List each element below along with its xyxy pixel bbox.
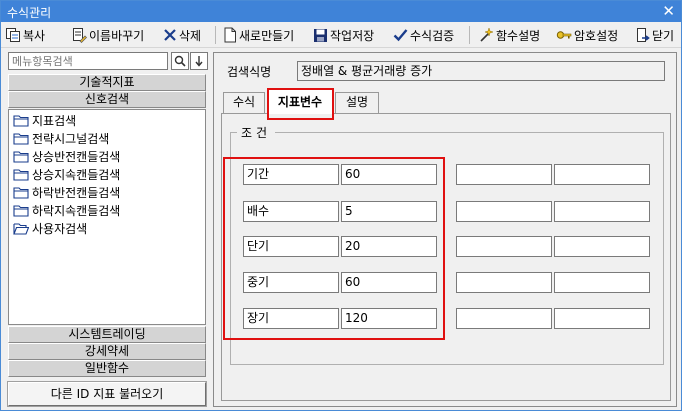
search-down-button[interactable] [190, 52, 208, 70]
search-icon [174, 55, 186, 67]
window-title: 수식관리 [7, 6, 52, 20]
variable-value-field-empty[interactable] [554, 236, 650, 257]
delete-icon [164, 29, 176, 41]
variable-value-field-empty[interactable] [554, 272, 650, 293]
tree-item-label: 지표검색 [32, 114, 77, 128]
folder-icon [13, 169, 29, 181]
tree-item-bearish-continuation-candle[interactable]: 하락지속캔들검색 [13, 202, 120, 219]
variable-name-field-empty[interactable] [456, 201, 552, 222]
menu-search-input[interactable] [9, 53, 167, 69]
function-help-button[interactable]: 함수설명 [478, 26, 540, 44]
variable-value-field-empty[interactable] [554, 164, 650, 185]
tree-item-indicator-search[interactable]: 지표검색 [13, 112, 76, 129]
title-bar: 수식관리 ✕ [1, 1, 681, 22]
tree-item-label: 하락지속캔들검색 [32, 204, 121, 218]
open-folder-icon [13, 223, 29, 235]
tree-item-bullish-continuation-candle[interactable]: 상승지속캔들검색 [13, 166, 120, 183]
tree-item-label: 상승반전캔들검색 [32, 150, 121, 164]
variable-name-field[interactable]: 단기 [243, 236, 339, 257]
rename-icon [73, 28, 87, 43]
tree-item-label: 사용자검색 [32, 222, 88, 236]
save-label: 작업저장 [330, 28, 375, 43]
password-button[interactable]: 암호설정 [556, 26, 618, 44]
variable-value-field[interactable]: 60 [341, 272, 437, 293]
verify-button[interactable]: 수식검증 [393, 26, 454, 44]
tab-description[interactable]: 설명 [335, 92, 379, 113]
tree-item-bearish-reversal-candle[interactable]: 하락반전캔들검색 [13, 184, 120, 201]
tab-indicator-variables[interactable]: 지표변수 [267, 89, 333, 114]
arrow-down-icon [195, 56, 203, 67]
variable-value-field[interactable]: 20 [341, 236, 437, 257]
new-button[interactable]: 새로만들기 [223, 26, 294, 44]
tree-item-label: 상승지속캔들검색 [32, 168, 121, 182]
folder-icon [13, 133, 29, 145]
tab-formula[interactable]: 수식 [223, 92, 265, 113]
tree-item-user-search[interactable]: 사용자검색 [13, 220, 87, 237]
new-document-icon [224, 27, 236, 43]
variable-name-field[interactable]: 배수 [243, 201, 339, 222]
category-technical-indicators[interactable]: 기술적지표 [8, 74, 206, 91]
category-general-function[interactable]: 일반함수 [8, 360, 206, 377]
function-help-label: 함수설명 [496, 28, 541, 43]
toolbar-separator [469, 26, 470, 44]
variable-name-field[interactable]: 장기 [243, 308, 339, 329]
variable-name-field-empty[interactable] [456, 236, 552, 257]
variable-name-field-empty[interactable] [456, 308, 552, 329]
delete-button[interactable]: 삭제 [163, 26, 201, 44]
checkmark-icon [393, 29, 408, 42]
copy-icon [6, 28, 20, 42]
variable-name-field[interactable]: 기간 [243, 164, 339, 185]
formula-name-field[interactable]: 정배열 & 평균거래량 증가 [297, 61, 665, 81]
copy-button[interactable]: 복사 [5, 26, 45, 44]
search-button[interactable] [171, 52, 189, 70]
rename-label: 이름바꾸기 [89, 28, 145, 43]
category-system-trading[interactable]: 시스템트레이딩 [8, 326, 206, 343]
folder-icon [13, 151, 29, 163]
delete-label: 삭제 [179, 28, 202, 43]
menu-search-box [8, 52, 168, 70]
close-icon[interactable]: ✕ [662, 2, 675, 20]
key-icon [556, 31, 572, 39]
variable-value-field-empty[interactable] [554, 308, 650, 329]
formula-manager-window: 수식관리 ✕ 복사 이름바꾸기 삭제 새로만들기 작업저장 수식검증 함수설명 … [0, 0, 682, 411]
tree-item-label: 전략시그널검색 [32, 132, 110, 146]
variable-name-field-empty[interactable] [456, 272, 552, 293]
folder-icon [13, 187, 29, 199]
verify-label: 수식검증 [410, 28, 455, 43]
category-strong-weak[interactable]: 강세약세 [8, 343, 206, 360]
copy-label: 복사 [23, 28, 46, 43]
load-other-id-button[interactable]: 다른 ID 지표 불러오기 [7, 381, 207, 407]
password-label: 암호설정 [574, 28, 619, 43]
exit-icon [637, 28, 650, 42]
variable-value-field[interactable]: 60 [341, 164, 437, 185]
search-tree: 지표검색 전략시그널검색 상승반전캔들검색 상승지속캔들검색 하락반전캔들검색 … [8, 109, 206, 325]
toolbar-separator [215, 26, 216, 44]
magic-wand-icon [480, 27, 494, 42]
condition-title: 조건 [237, 124, 276, 141]
variable-value-field[interactable]: 5 [341, 201, 437, 222]
formula-name-label: 검색식명 [227, 65, 272, 79]
save-icon [314, 28, 327, 42]
toolbar: 복사 이름바꾸기 삭제 새로만들기 작업저장 수식검증 함수설명 암호설정 닫기 [1, 22, 681, 48]
close-label: 닫기 [652, 28, 675, 43]
folder-icon [13, 115, 29, 127]
variable-value-field[interactable]: 120 [341, 308, 437, 329]
variable-name-field-empty[interactable] [456, 164, 552, 185]
tree-item-bullish-reversal-candle[interactable]: 상승반전캔들검색 [13, 148, 120, 165]
close-button[interactable]: 닫기 [636, 26, 674, 44]
save-button[interactable]: 작업저장 [313, 26, 374, 44]
folder-icon [13, 205, 29, 217]
variable-name-field[interactable]: 중기 [243, 272, 339, 293]
variable-value-field-empty[interactable] [554, 201, 650, 222]
tree-item-label: 하락반전캔들검색 [32, 186, 121, 200]
category-signal-search[interactable]: 신호검색 [8, 91, 206, 108]
tree-item-strategy-signal[interactable]: 전략시그널검색 [13, 130, 109, 147]
rename-button[interactable]: 이름바꾸기 [71, 26, 144, 44]
new-label: 새로만들기 [239, 28, 295, 43]
